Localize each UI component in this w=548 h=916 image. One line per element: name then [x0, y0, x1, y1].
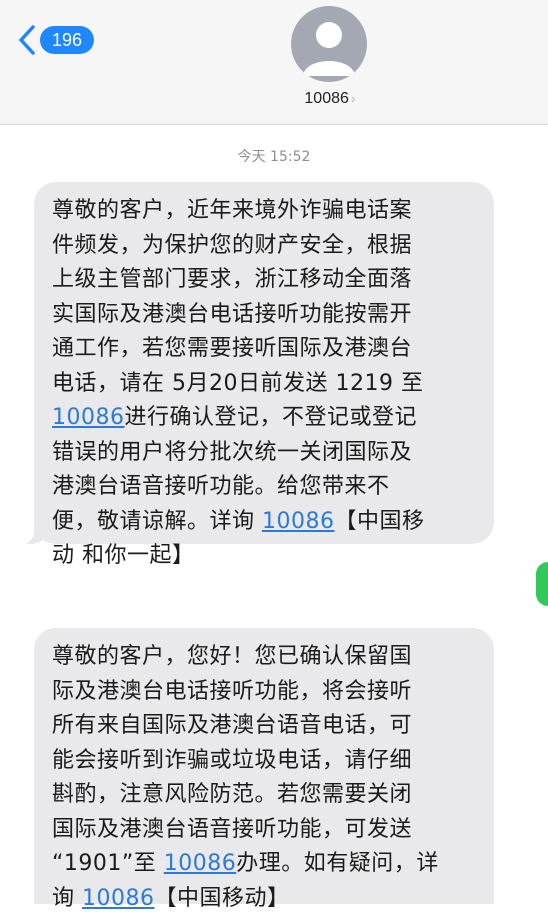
message-line: 尊敬的客户，近年来境外诈骗电话案	[52, 194, 482, 229]
contact-name: 10086	[304, 90, 349, 107]
message-line: 错误的用户将分批次统一关闭国际及	[52, 436, 482, 471]
conversation-header: 196 10086›	[0, 0, 548, 125]
message-line: 尊敬的客户，您好！您已确认保留国	[52, 640, 482, 675]
message-line: 国际及港澳台语音接听功能，可发送	[52, 813, 482, 848]
message-text-segment: 能会接听到诈骗或垃圾电话，请仔细	[52, 748, 412, 773]
unread-count-badge: 196	[40, 26, 94, 54]
message-line: 能会接听到诈骗或垃圾电话，请仔细	[52, 744, 482, 779]
message-timestamp: 今天 15:52	[0, 146, 548, 166]
message-bubble[interactable]: 尊敬的客户，近年来境外诈骗电话案件频发，为保护您的财产安全，根据上级主管部门要求…	[34, 182, 494, 544]
sent-message-edge	[536, 562, 548, 606]
message-text-segment: “1901”至	[52, 851, 164, 876]
message-text-segment: 便，敬请谅解。详询	[52, 509, 262, 534]
person-icon	[291, 6, 367, 82]
message-text-segment: 【中国移动】	[155, 886, 290, 911]
message-line: 询 10086【中国移动】	[52, 882, 482, 916]
message-text-segment: 通工作，若您需要接听国际及港澳台	[52, 336, 412, 361]
message-text-segment: 电话，请在 5月20日前发送 1219 至	[52, 371, 423, 396]
message-text-segment: 尊敬的客户，近年来境外诈骗电话案	[52, 198, 412, 223]
message-text-segment: 尊敬的客户，您好！您已确认保留国	[52, 644, 412, 669]
back-button[interactable]: 196	[18, 24, 94, 56]
chevron-left-icon	[18, 24, 36, 56]
message-line: 实国际及港澳台电话接听功能按需开	[52, 298, 482, 333]
message-text-segment: 【中国移	[335, 509, 425, 534]
phone-number-link[interactable]: 10086	[82, 886, 155, 911]
message-text: 尊敬的客户，近年来境外诈骗电话案件频发，为保护您的财产安全，根据上级主管部门要求…	[52, 194, 482, 574]
contact-name-button[interactable]: 10086›	[280, 90, 380, 108]
message-text-segment: 错误的用户将分批次统一关闭国际及	[52, 440, 412, 465]
phone-number-link[interactable]: 10086	[52, 405, 125, 430]
message-line: “1901”至 10086办理。如有疑问，详	[52, 847, 482, 882]
message-text: 尊敬的客户，您好！您已确认保留国际及港澳台电话接听功能，将会接听所有来自国际及港…	[52, 640, 482, 916]
message-line: 通工作，若您需要接听国际及港澳台	[52, 332, 482, 367]
message-line: 件频发，为保护您的财产安全，根据	[52, 229, 482, 264]
message-text-segment: 办理。如有疑问，详	[236, 851, 439, 876]
message-text-segment: 斟酌，注意风险防范。若您需要关闭	[52, 782, 412, 807]
message-line: 电话，请在 5月20日前发送 1219 至	[52, 367, 482, 402]
chevron-right-icon: ›	[351, 90, 356, 106]
message-line: 际及港澳台电话接听功能，将会接听	[52, 675, 482, 710]
message-text-segment: 所有来自国际及港澳台语音电话，可	[52, 713, 412, 738]
message-text-segment: 进行确认登记，不登记或登记	[125, 405, 418, 430]
message-text-segment: 询	[52, 886, 82, 911]
message-bubble[interactable]: 尊敬的客户，您好！您已确认保留国际及港澳台电话接听功能，将会接听所有来自国际及港…	[34, 628, 494, 904]
message-line: 动 和你一起】	[52, 539, 482, 574]
message-text-segment: 际及港澳台电话接听功能，将会接听	[52, 679, 412, 704]
message-line: 港澳台语音接听功能。给您带来不	[52, 470, 482, 505]
contact-avatar[interactable]	[291, 6, 367, 82]
message-line: 便，敬请谅解。详询 10086【中国移	[52, 505, 482, 540]
message-text-segment: 国际及港澳台语音接听功能，可发送	[52, 817, 412, 842]
phone-number-link[interactable]: 10086	[164, 851, 237, 876]
message-line: 斟酌，注意风险防范。若您需要关闭	[52, 778, 482, 813]
message-text-segment: 动 和你一起】	[52, 543, 195, 568]
message-text-segment: 港澳台语音接听功能。给您带来不	[52, 474, 390, 499]
message-text-segment: 实国际及港澳台电话接听功能按需开	[52, 302, 412, 327]
message-line: 所有来自国际及港澳台语音电话，可	[52, 709, 482, 744]
message-text-segment: 件频发，为保护您的财产安全，根据	[52, 233, 412, 258]
message-line: 上级主管部门要求，浙江移动全面落	[52, 263, 482, 298]
phone-number-link[interactable]: 10086	[262, 509, 335, 534]
message-line: 10086进行确认登记，不登记或登记	[52, 401, 482, 436]
message-text-segment: 上级主管部门要求，浙江移动全面落	[52, 267, 412, 292]
